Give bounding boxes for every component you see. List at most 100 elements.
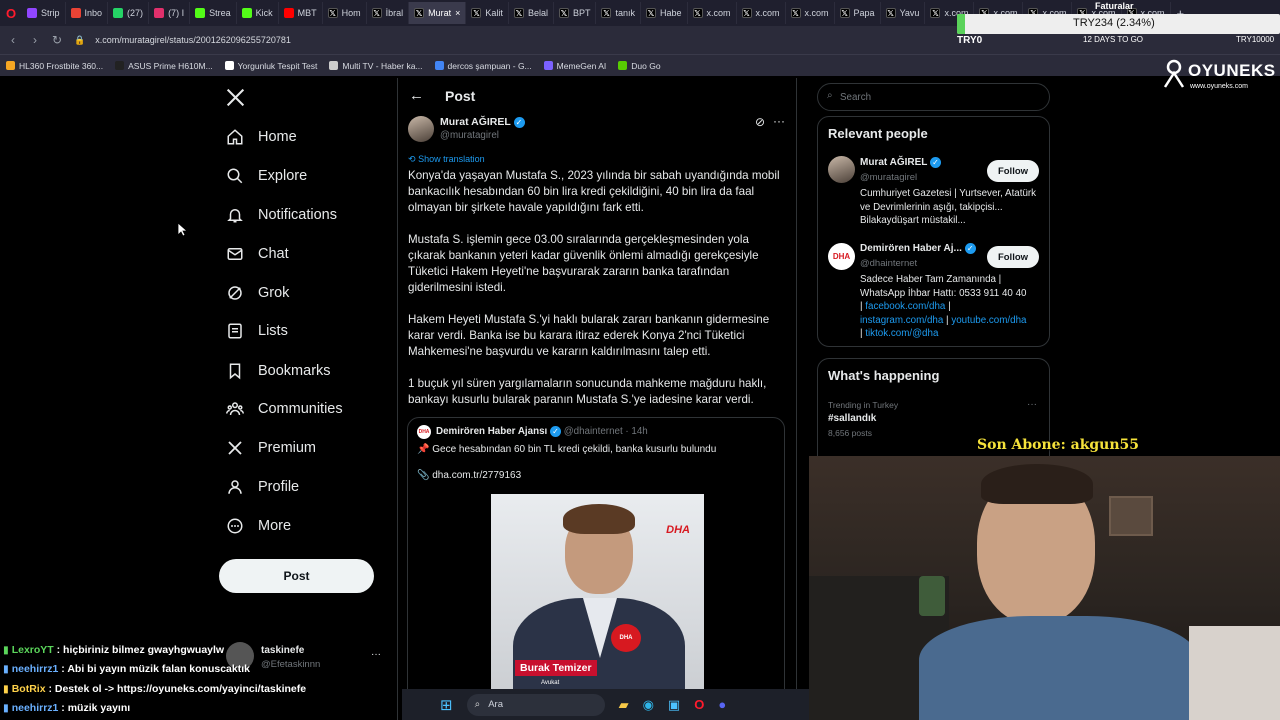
quote-image[interactable]: DHA DHA Burak Temizer Avukat [491, 494, 704, 706]
browser-tab[interactable]: Kick [237, 2, 279, 24]
author-name-row[interactable]: Murat AĞIREL ✓ [440, 116, 525, 128]
bookmark-item[interactable]: Multi TV - Haber ka... [329, 61, 423, 71]
chat-message: ▮ BotRix : Destek ol -> https://oyuneks.… [3, 683, 306, 695]
bookmark-item[interactable]: Duo Go [618, 61, 661, 71]
windows-start-icon[interactable]: ⊞ [440, 696, 453, 714]
post-button[interactable]: Post [219, 559, 374, 593]
nav-item-premium[interactable]: Premium [226, 439, 316, 457]
quoted-post-card[interactable]: DHA Demirören Haber Ajansı ✓ @dhainterne… [407, 417, 785, 707]
youtube-icon [283, 8, 294, 18]
store-icon[interactable]: ▣ [668, 697, 680, 713]
webcam-streamer-hair [981, 464, 1093, 504]
show-translation-link[interactable]: ⟲ Show translation [408, 154, 485, 165]
nav-item-notifications[interactable]: Notifications [226, 206, 337, 224]
browser-tab[interactable]: 𝕏 Yavu [881, 2, 926, 24]
taskbar-search[interactable]: ⌕ Ara [466, 693, 605, 716]
oyuneks-mascot-icon [1163, 59, 1185, 88]
chat-badge-icon: ▮ [3, 663, 12, 675]
nav-item-label: Notifications [258, 207, 337, 223]
back-arrow-icon[interactable]: ← [409, 87, 424, 104]
trend-name[interactable]: #sallandık [828, 413, 876, 424]
browser-tab[interactable]: 𝕏 BPT [554, 2, 597, 24]
chat-message: ▮ neehirrz1 : Abi bi yayın müzik falan k… [3, 663, 250, 675]
twitch-icon [27, 8, 37, 18]
browser-tab-label: Yavu [899, 8, 920, 18]
nav-item-more[interactable]: More [226, 517, 291, 535]
nav-item-lists[interactable]: Lists [226, 322, 288, 340]
bookmark-item[interactable]: MemeGen AI [543, 61, 606, 71]
nav-item-home[interactable]: Home [226, 128, 297, 146]
browser-tab[interactable]: 𝕏 Belal [509, 2, 554, 24]
bookmark-favicon-icon [6, 61, 15, 70]
browser-tab[interactable]: 𝕏 Kalit [466, 2, 509, 24]
whatsapp-icon [113, 8, 124, 18]
file-explorer-icon[interactable]: ▰ [619, 697, 629, 713]
bio-link[interactable]: facebook.com/dha [865, 301, 945, 312]
close-tab-icon[interactable]: × [455, 8, 460, 18]
follow-button[interactable]: Follow [987, 246, 1039, 268]
nav-item-grok[interactable]: Grok [226, 284, 289, 302]
x-icon: 𝕏 [327, 8, 338, 18]
nav-item-profile[interactable]: Profile [226, 478, 299, 496]
back-icon[interactable]: ‹ [2, 33, 24, 47]
grok-icon[interactable]: ⊘ [755, 115, 765, 129]
dha-person-avatar[interactable]: DHA [828, 243, 855, 270]
opera-icon[interactable]: O [694, 697, 704, 712]
search-icon [227, 168, 243, 184]
browser-tab-label: (27) [127, 8, 144, 18]
person-name[interactable]: Murat AĞIREL [860, 157, 927, 168]
account-more-icon[interactable]: ··· [371, 649, 381, 660]
quote-link[interactable]: 📎 dha.com.tr/2779163 [417, 470, 521, 481]
browser-tab[interactable]: 𝕏 Habe [641, 2, 688, 24]
browser-tab[interactable]: 𝕏 Murat × [409, 2, 467, 24]
nav-item-explore[interactable]: Explore [226, 167, 307, 185]
browser-tab[interactable]: 𝕏 İbral [367, 2, 410, 24]
bookmark-icon [229, 363, 241, 380]
browser-tab[interactable]: 𝕏x.com [786, 2, 835, 24]
browser-tab[interactable]: 𝕏tanık [596, 2, 641, 24]
bookmark-item[interactable]: ASUS Prime H610M... [115, 61, 213, 71]
opera-logo-icon[interactable]: O [0, 6, 22, 21]
browser-tab[interactable]: (7) I [149, 2, 191, 24]
person-handle: @dhainternet [860, 258, 918, 269]
x-icon: 𝕏 [414, 8, 425, 18]
search-box[interactable]: ⌕ Search [817, 83, 1050, 111]
bio-link[interactable]: tiktok.com/@dha [865, 328, 938, 339]
nav-item-chat[interactable]: Chat [226, 245, 289, 263]
account-switcher[interactable]: taskinefe @Efetaskinnn ··· [226, 640, 386, 674]
browser-tab[interactable]: 𝕏x.com [737, 2, 786, 24]
browser-tab[interactable]: 𝕏 Papa [835, 2, 881, 24]
browser-tab[interactable]: Strea [190, 2, 237, 24]
browser-tab[interactable]: 𝕏 Hom [323, 2, 367, 24]
bio-link[interactable]: youtube.com/dha [951, 315, 1026, 326]
communities-icon [226, 402, 244, 416]
trend-more-icon[interactable]: ··· [1027, 399, 1037, 410]
browser-tab[interactable]: MBT [279, 2, 323, 24]
discord-icon[interactable]: ● [718, 697, 726, 712]
bio-link[interactable]: instagram.com/dha [860, 315, 943, 326]
url-field[interactable]: x.com/muratagirel/status/200126209625572… [95, 35, 291, 45]
browser-tab[interactable]: Strip [22, 2, 66, 24]
edge-icon[interactable]: ◉ [643, 697, 654, 713]
reload-icon[interactable]: ↻ [46, 33, 68, 47]
nav-item-label: Profile [258, 479, 300, 495]
person-name[interactable]: Demirören Haber Aj... [860, 243, 962, 254]
follow-button[interactable]: Follow [987, 160, 1039, 182]
forward-icon[interactable]: › [24, 33, 46, 47]
post-more-icon[interactable]: ··· [773, 114, 785, 128]
nav-item-communities[interactable]: Communities [226, 400, 343, 418]
x-logo-icon[interactable] [226, 88, 245, 107]
browser-tab[interactable]: Inbo [66, 2, 109, 24]
x-icon: 𝕏 [471, 8, 482, 18]
bookmark-item[interactable]: HL360 Frostbite 360... [6, 61, 103, 71]
site-info-icon[interactable]: 🔒 [74, 35, 85, 46]
browser-tab[interactable]: (27) [108, 2, 150, 24]
browser-tab[interactable]: 𝕏x.com [688, 2, 737, 24]
nav-item-bookmarks[interactable]: Bookmarks [226, 362, 331, 380]
bookmark-item[interactable]: dercos şampuan - G... [434, 61, 532, 71]
bookmark-item[interactable]: Yorgunluk Tespit Test [224, 61, 317, 71]
author-avatar[interactable] [408, 116, 434, 142]
person-avatar[interactable] [828, 156, 855, 183]
x-icon: 𝕏 [692, 8, 703, 18]
oyuneks-logo-url: www.oyuneks.com [1190, 83, 1248, 90]
